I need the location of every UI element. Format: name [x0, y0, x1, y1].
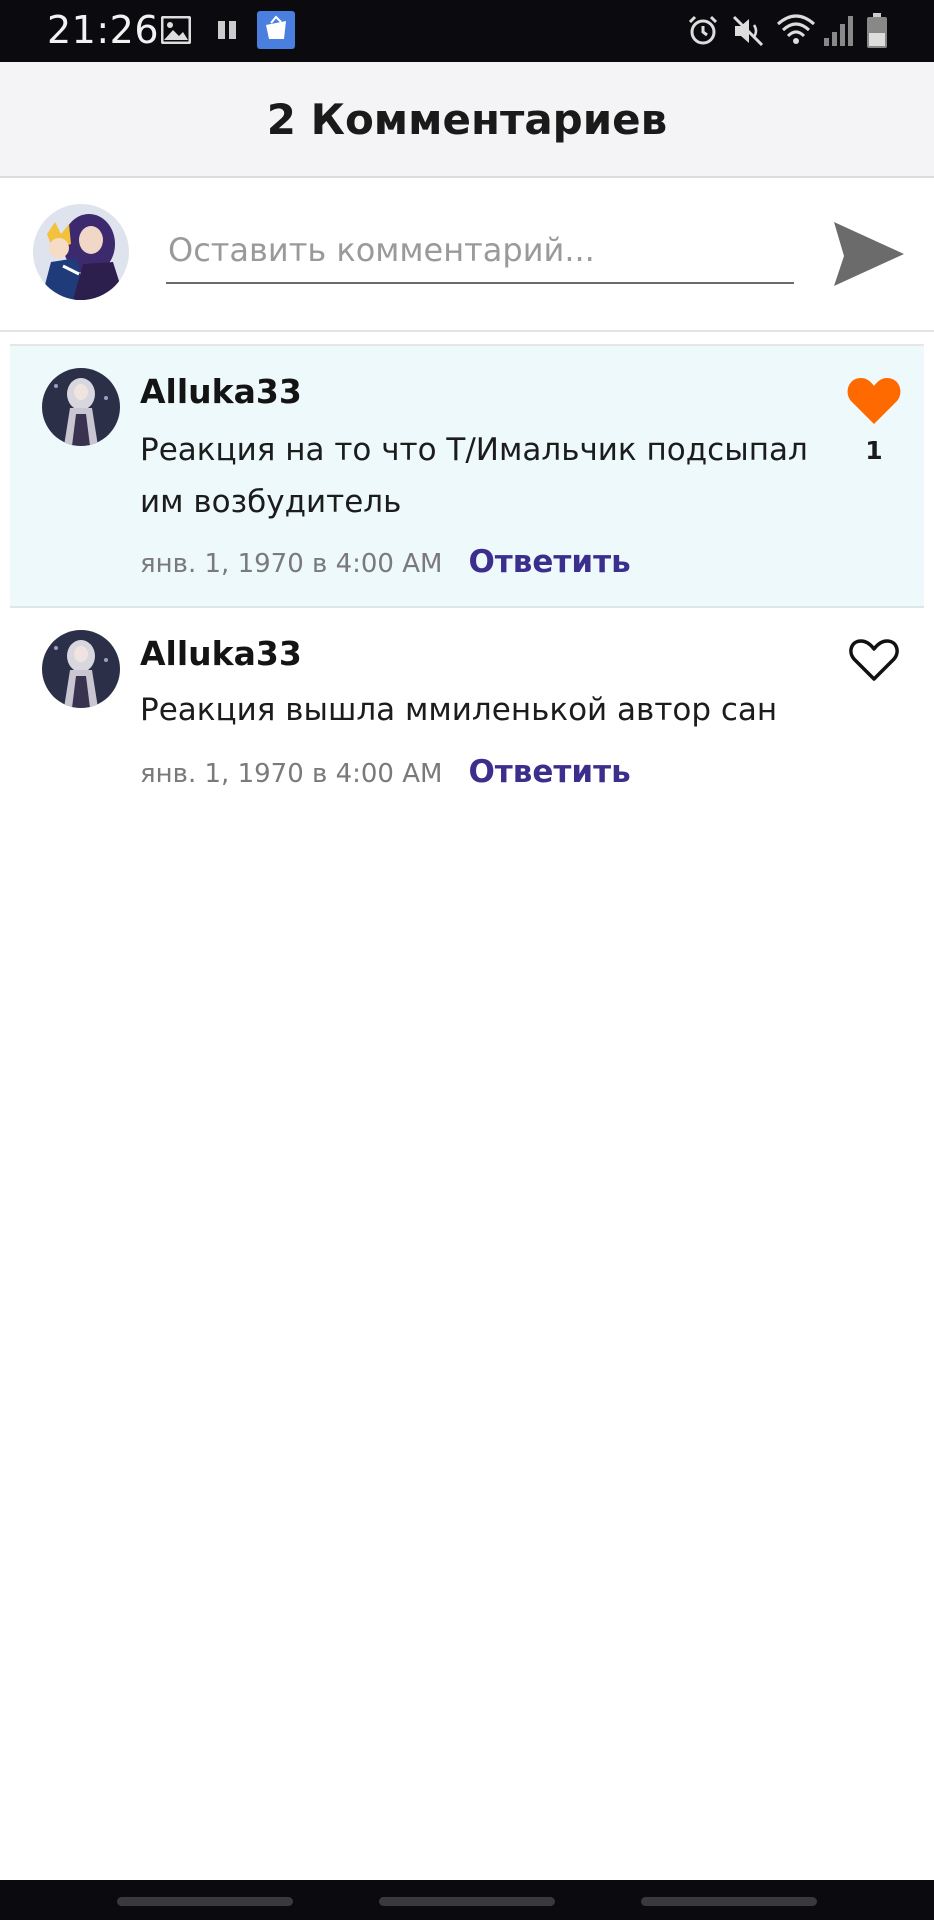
user-avatar[interactable]	[42, 368, 120, 446]
alarm-icon	[686, 14, 720, 53]
send-button[interactable]	[830, 216, 908, 294]
comment-item: Alluka33 Реакция на то что Т/Имальчик по…	[10, 344, 924, 608]
gallery-icon	[160, 15, 192, 49]
pause-icon	[216, 19, 238, 46]
nav-back-button[interactable]	[641, 1897, 817, 1906]
comment-composer	[0, 180, 934, 332]
reply-button[interactable]: Ответить	[468, 754, 630, 790]
app-notification-icon	[257, 11, 295, 49]
comment-input[interactable]	[166, 228, 794, 284]
current-user-avatar	[33, 204, 129, 300]
comment-item: Alluka33 Реакция вышла ммиленькой автор …	[10, 610, 924, 810]
nav-home-button[interactable]	[379, 1897, 555, 1906]
status-bar: 21:26	[0, 0, 934, 62]
reply-button[interactable]: Ответить	[468, 544, 630, 580]
wifi-icon	[776, 12, 816, 53]
comment-meta: янв. 1, 1970 в 4:00 AM Ответить	[140, 754, 631, 790]
comment-username[interactable]: Alluka33	[140, 372, 302, 411]
battery-icon	[866, 13, 888, 54]
comment-timestamp: янв. 1, 1970 в 4:00 AM	[140, 549, 443, 579]
comments-header: 2 Комментариев	[0, 62, 934, 178]
system-nav-bar	[0, 1880, 934, 1920]
send-icon	[830, 222, 908, 297]
user-avatar[interactable]	[42, 630, 120, 708]
heart-outline-icon[interactable]	[846, 634, 902, 686]
heart-filled-icon[interactable]	[846, 374, 902, 426]
comment-timestamp: янв. 1, 1970 в 4:00 AM	[140, 759, 443, 789]
comment-text: Реакция вышла ммиленькой автор сан	[140, 692, 778, 728]
comment-text: Реакция на то что Т/Имальчик подсыпал им…	[140, 432, 808, 520]
comment-meta: янв. 1, 1970 в 4:00 AM Ответить	[140, 544, 631, 580]
page-title: 2 Комментариев	[266, 94, 668, 144]
like-count: 1	[865, 436, 883, 465]
mute-icon	[731, 14, 765, 53]
signal-icon	[823, 14, 855, 53]
status-time: 21:26	[47, 8, 160, 52]
comment-username[interactable]: Alluka33	[140, 634, 302, 673]
nav-recents-button[interactable]	[117, 1897, 293, 1906]
